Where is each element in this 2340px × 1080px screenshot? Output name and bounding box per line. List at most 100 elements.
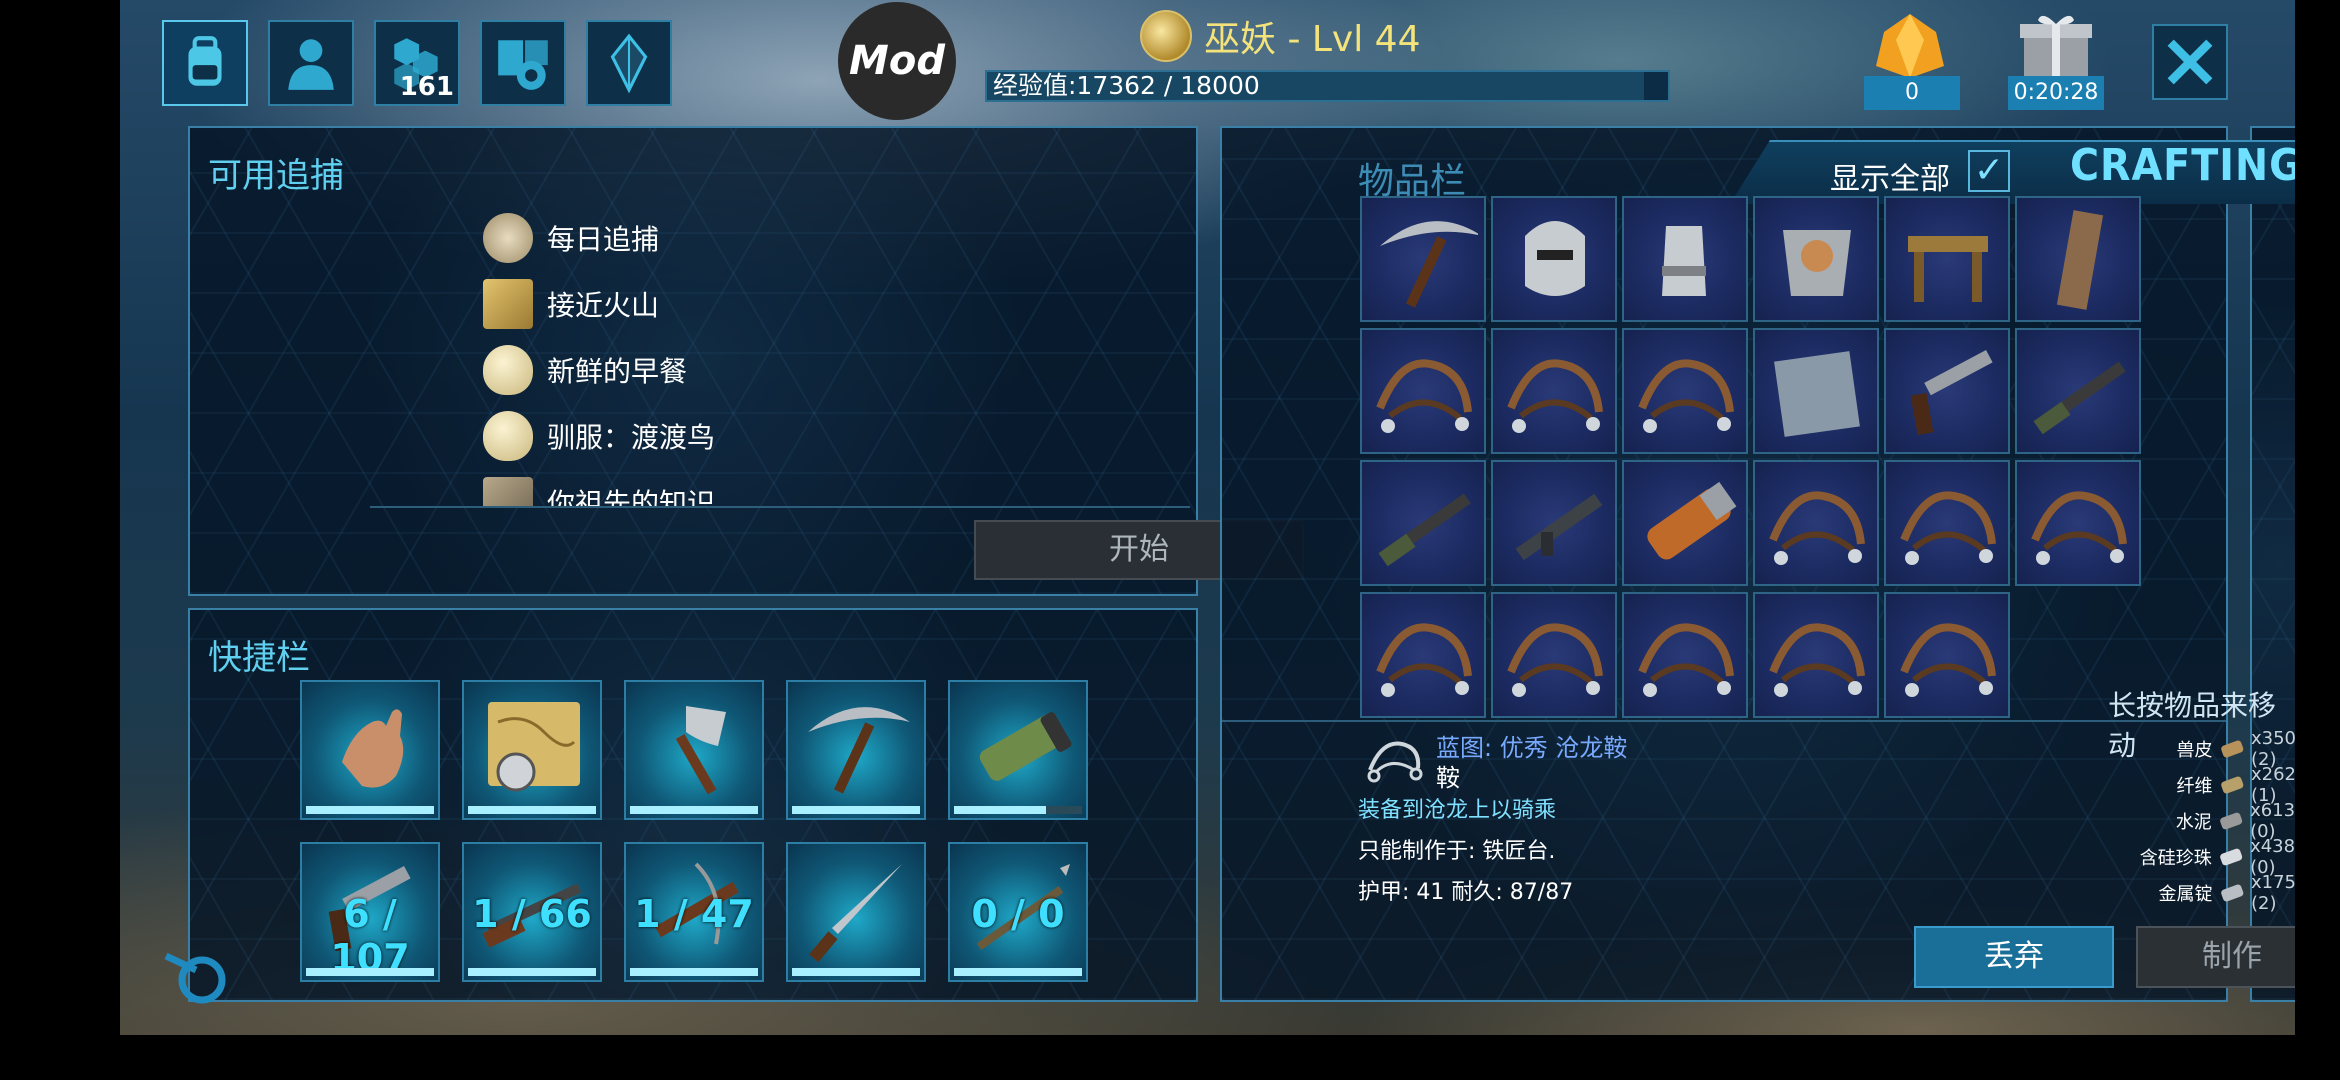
saddle-icon	[1900, 491, 1996, 565]
saddle-icon	[1769, 491, 1865, 565]
durability-bar	[792, 968, 920, 976]
inventory-item[interactable]	[1491, 460, 1617, 586]
hotbar-title: 快捷栏	[208, 638, 310, 678]
quest-list[interactable]: 每日追捕 接近火山 新鲜的早餐 驯服：渡渡鸟 你祖先的知识	[188, 210, 1198, 506]
metal-sheet-icon	[1774, 351, 1860, 437]
xp-text: 经验值:17362 / 18000	[993, 71, 1260, 100]
hotbar-slot[interactable]	[624, 680, 764, 820]
hotbar-slot[interactable]: 6 / 107	[300, 842, 440, 982]
show-all-checkbox[interactable]: ✓	[1968, 150, 2010, 192]
quest-item[interactable]: 新鲜的早餐	[483, 342, 687, 398]
ammo-count: 1 / 47	[634, 892, 754, 936]
inventory-item[interactable]	[1753, 592, 1879, 718]
shotgun-icon	[2033, 361, 2126, 435]
item-type: 鞍	[1436, 764, 1460, 792]
durability-bar	[306, 806, 434, 814]
game-screen: 161 Mod 巫妖 - Lvl 44 经验值:17362 / 18000 0 …	[120, 0, 2295, 1035]
mod-logo[interactable]: Mod	[838, 2, 956, 120]
inventory-item[interactable]	[1753, 328, 1879, 454]
quest-label: 每日追捕	[547, 223, 660, 256]
saddle-icon	[1507, 623, 1603, 697]
item-stats: 护甲: 41 耐久: 87/87	[1358, 880, 1574, 905]
quest-label: 你祖先的知识	[547, 487, 716, 506]
inventory-item[interactable]	[1753, 196, 1879, 322]
gift-icon[interactable]	[2016, 10, 2096, 80]
inventory-item[interactable]	[1884, 460, 2010, 586]
inventory-item[interactable]	[1360, 460, 1486, 586]
hotbar-slot[interactable]: 0 / 0	[948, 842, 1088, 982]
inventory-item[interactable]	[1884, 328, 2010, 454]
stool-icon	[1908, 236, 1988, 302]
hide-icon	[2220, 740, 2243, 758]
inventory-item[interactable]	[2015, 328, 2141, 454]
saddle-icon	[1507, 359, 1603, 433]
crafting-tab[interactable]: CRAFTING	[2070, 140, 2295, 191]
saddle-blueprint-icon	[1367, 741, 1423, 783]
durability-bar	[306, 968, 434, 976]
hotbar-slot[interactable]	[462, 680, 602, 820]
requirement-row: 金属锭 x1752 (2)	[2080, 872, 2296, 914]
requirement-name: 纤维	[2176, 776, 2213, 797]
hotbar-slot[interactable]	[786, 842, 926, 982]
rocket-launcher-icon	[1647, 481, 1737, 560]
hotbar-slot[interactable]: 1 / 47	[624, 842, 764, 982]
inventory-item[interactable]	[2015, 196, 2141, 322]
quest-item[interactable]: 你祖先的知识	[483, 474, 715, 506]
hotbar-slot[interactable]	[786, 680, 926, 820]
person-icon	[288, 39, 334, 90]
inventory-item[interactable]	[1360, 196, 1486, 322]
hotbar-slot[interactable]	[948, 680, 1088, 820]
requirement-row: 纤维x2628 (1)	[2080, 764, 2296, 806]
engrams-tab-button[interactable]: 161	[374, 20, 460, 106]
pickaxe-icon	[808, 707, 910, 794]
quest-item[interactable]: 驯服：渡渡鸟	[483, 408, 715, 464]
inventory-item[interactable]	[1884, 196, 2010, 322]
item-name: 蓝图: 优秀 沧龙鞍	[1436, 734, 1628, 762]
inventory-tab-button[interactable]	[162, 20, 248, 106]
durability-bar	[630, 968, 758, 976]
map-icon	[483, 279, 533, 329]
clock-icon	[483, 213, 533, 263]
inventory-item[interactable]	[1884, 592, 2010, 718]
spyglass-icon	[979, 712, 1072, 781]
saddle-icon	[1638, 359, 1734, 433]
craft-button[interactable]: 制作	[2136, 926, 2295, 988]
inventory-item[interactable]	[1360, 592, 1486, 718]
durability-bar	[468, 806, 596, 814]
settings-tab-button[interactable]	[480, 20, 566, 106]
assault-rifle-icon	[1515, 493, 1603, 561]
inventory-item[interactable]	[2015, 460, 2141, 586]
hotbar-slot[interactable]	[300, 680, 440, 820]
inventory-item[interactable]	[1491, 196, 1617, 322]
inventory-item[interactable]	[1360, 328, 1486, 454]
rank-badge-icon	[1140, 10, 1192, 62]
ammo-count: 0 / 0	[971, 892, 1065, 936]
gift-timer: 0:20:28	[2008, 76, 2104, 110]
fiber-icon	[2220, 776, 2243, 794]
show-all-label: 显示全部	[1830, 162, 1950, 197]
chestplate-icon	[1783, 230, 1851, 296]
inventory-item[interactable]	[1491, 592, 1617, 718]
drop-button[interactable]: 丢弃	[1914, 926, 2114, 988]
scroll-icon	[483, 477, 533, 506]
inventory-item[interactable]	[1753, 460, 1879, 586]
inventory-item[interactable]	[1622, 460, 1748, 586]
plank-icon	[2056, 210, 2104, 310]
quest-item[interactable]: 接近火山	[483, 276, 659, 332]
inventory-item[interactable]	[1622, 328, 1748, 454]
character-tab-button[interactable]	[268, 20, 354, 106]
resource-count: 0	[1864, 76, 1960, 110]
hatchet-icon	[675, 706, 726, 795]
inventory-item[interactable]	[1622, 592, 1748, 718]
quest-item[interactable]: 每日追捕	[483, 210, 659, 266]
saddle-icon	[1638, 623, 1734, 697]
pistol-icon	[1910, 350, 1993, 436]
hotbar-slot[interactable]: 1 / 66	[462, 842, 602, 982]
close-button[interactable]	[2152, 24, 2228, 100]
requirement-count: x1752 (2)	[2251, 872, 2295, 914]
inventory-item[interactable]	[1622, 196, 1748, 322]
tribe-tab-button[interactable]	[586, 20, 672, 106]
gauntlet-icon	[1662, 226, 1706, 296]
inventory-item[interactable]	[1491, 328, 1617, 454]
whistle-icon[interactable]	[156, 936, 236, 1006]
